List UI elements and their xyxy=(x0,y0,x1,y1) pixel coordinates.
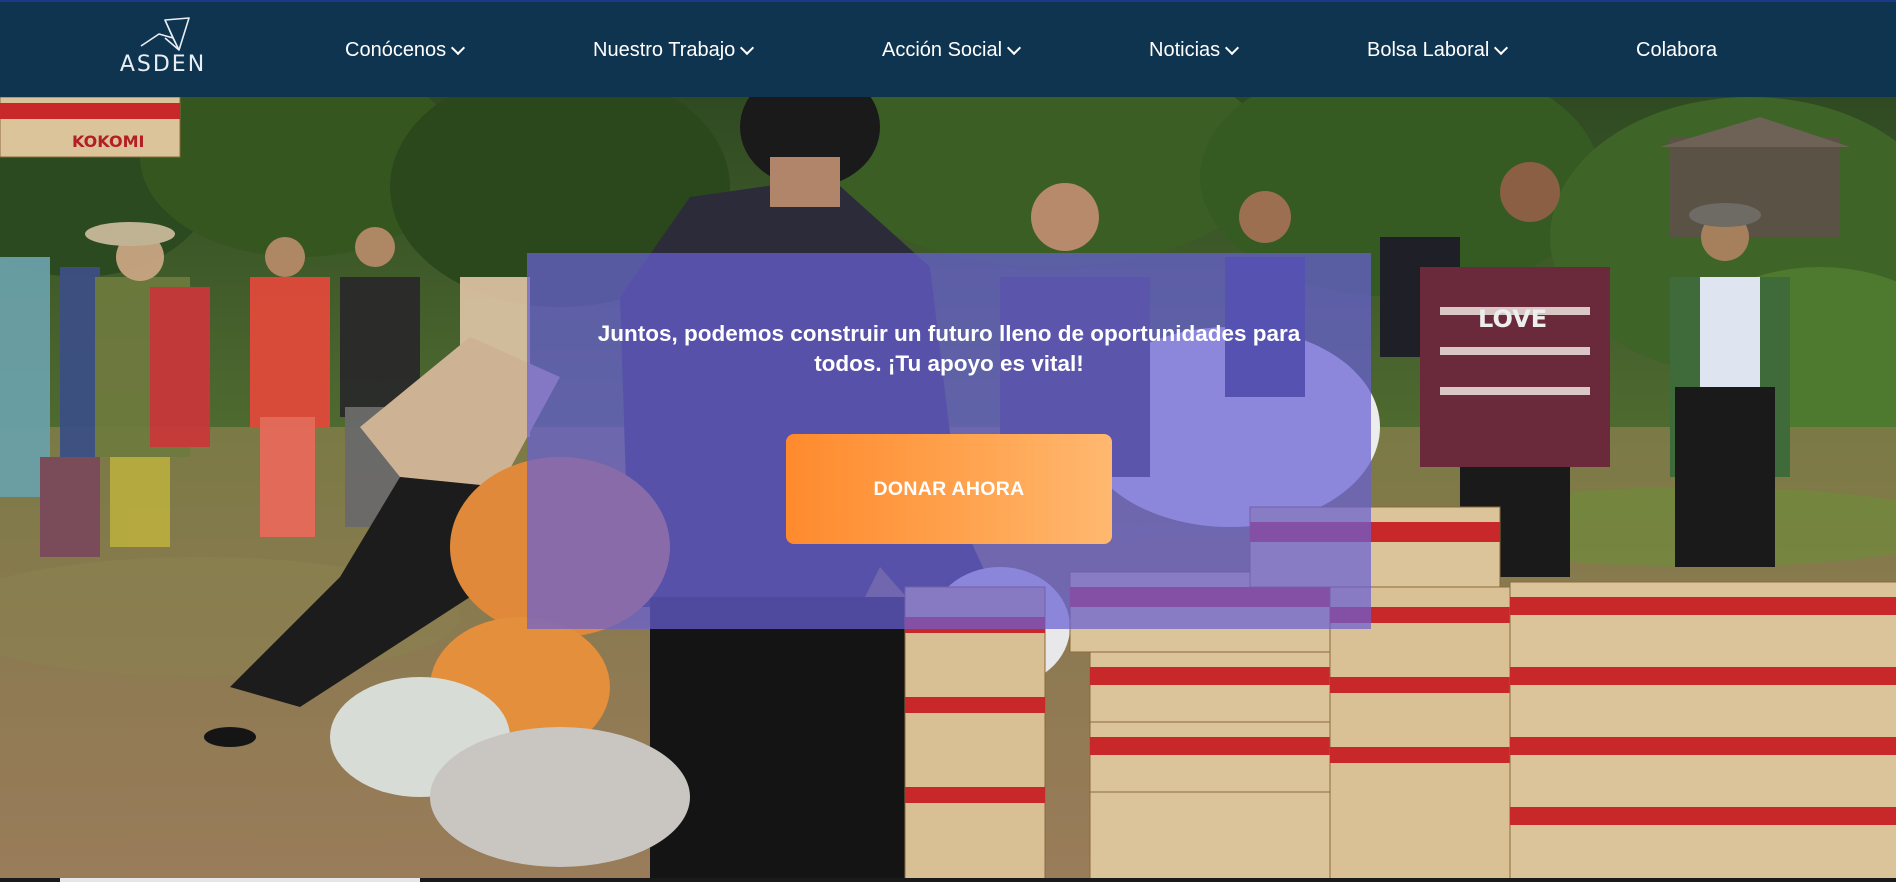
chevron-down-icon xyxy=(740,40,755,56)
nav-item-conocenos[interactable]: Conócenos xyxy=(345,2,466,99)
nav-item-bolsa-laboral[interactable]: Bolsa Laboral xyxy=(1367,2,1509,99)
site-logo[interactable]: ASDEN xyxy=(104,16,222,80)
donate-now-button[interactable]: DONAR AHORA xyxy=(786,434,1112,544)
box-brand-text: KOKOMI xyxy=(72,132,144,151)
nav-item-label: Colabora xyxy=(1636,39,1718,61)
nav-item-label: Acción Social xyxy=(882,39,1003,61)
nav-item-label: Noticias xyxy=(1149,39,1221,61)
hero-section: LOVE KOKOMI Juntos, podemos construir un… xyxy=(0,97,1896,882)
scrollbar-thumb[interactable] xyxy=(60,878,420,882)
hero-message: Juntos, podemos construir un futuro llen… xyxy=(597,321,1301,376)
chevron-down-icon xyxy=(451,40,466,56)
hero-message-panel: Juntos, podemos construir un futuro llen… xyxy=(527,253,1371,629)
nav-item-label: Bolsa Laboral xyxy=(1367,39,1490,61)
logo-wordmark: ASDEN xyxy=(119,52,207,77)
nav-item-nuestro-trabajo[interactable]: Nuestro Trabajo xyxy=(593,2,755,99)
horizontal-scrollbar[interactable] xyxy=(0,878,1896,882)
chevron-down-icon xyxy=(1225,40,1240,56)
nav-item-label: Conócenos xyxy=(345,39,447,61)
chevron-down-icon xyxy=(1006,40,1022,56)
kokomi-boxes: KOKOMI xyxy=(0,97,181,158)
chevron-down-icon xyxy=(1494,40,1509,56)
nav-item-colabora[interactable]: Colabora xyxy=(1636,2,1717,99)
top-navigation-bar: ASDEN Conócenos Nuestro Trabajo Acción S… xyxy=(0,0,1896,97)
bird-origami-icon xyxy=(140,17,190,51)
shirt-text: LOVE xyxy=(1478,305,1547,333)
nav-item-accion-social[interactable]: Acción Social xyxy=(882,2,1022,99)
nav-item-label: Nuestro Trabajo xyxy=(593,39,736,61)
nav-item-noticias[interactable]: Noticias xyxy=(1149,2,1240,99)
